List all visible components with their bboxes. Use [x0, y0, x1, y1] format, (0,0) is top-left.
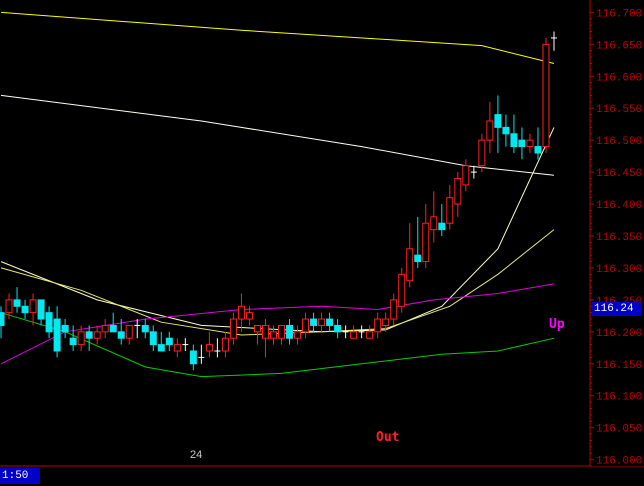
candle-body — [157, 344, 165, 352]
candle-body — [149, 331, 157, 346]
candle-body — [406, 248, 414, 282]
signal-up-label: Up — [549, 317, 565, 332]
candle-body — [245, 312, 253, 320]
candle-body — [29, 299, 37, 314]
candle-body — [141, 324, 149, 333]
candle-body — [534, 146, 542, 154]
moving-average-line — [0, 229, 555, 336]
price-tick-label: 116.350 — [596, 232, 642, 244]
candle-body — [422, 222, 430, 263]
candle-body — [462, 165, 470, 186]
candle-body — [0, 312, 5, 326]
candle-body — [542, 43, 550, 148]
price-chart[interactable]: 116.000116.050116.100116.150116.200116.2… — [0, 0, 644, 485]
candle-body — [101, 324, 109, 333]
candle-body — [310, 318, 318, 326]
candle-body — [494, 114, 502, 128]
candle-body — [93, 331, 101, 339]
candle-body — [117, 331, 125, 339]
price-tick-label: 116.300 — [596, 264, 642, 276]
trading-chart-window[interactable]: 116.000116.050116.100116.150116.200116.2… — [0, 0, 644, 486]
candle-body — [237, 305, 245, 320]
candle-body — [526, 139, 534, 148]
candle-body — [382, 318, 390, 326]
price-tick-label: 116.200 — [596, 328, 642, 340]
price-tick-label: 116.450 — [596, 168, 642, 180]
candle-body — [173, 344, 181, 352]
candle-body — [350, 331, 358, 339]
candle-body — [478, 139, 486, 167]
candle-body — [221, 337, 229, 352]
price-tick-label: 116.700 — [596, 8, 642, 20]
candle-body — [253, 324, 261, 333]
candle-body — [326, 318, 334, 326]
candle-body — [125, 324, 133, 339]
candle-body — [77, 331, 85, 346]
candle-body — [390, 299, 398, 320]
signal-out-label: Out — [376, 430, 400, 445]
price-tick-label: 116.050 — [596, 424, 642, 436]
candle-body — [286, 324, 294, 339]
time-readout: 1:50 — [0, 468, 40, 484]
candle-body — [318, 318, 326, 326]
candle-body — [294, 331, 302, 339]
price-tick-label: 116.100 — [596, 392, 642, 404]
candle-body — [13, 299, 21, 307]
candle-body — [302, 318, 310, 333]
candle-body — [278, 324, 286, 339]
candle-body — [518, 139, 526, 148]
moving-average-line — [0, 283, 555, 365]
candle-body — [261, 324, 269, 339]
moving-average-line — [0, 94, 555, 176]
candle-body — [502, 126, 510, 135]
price-tick-label: 116.400 — [596, 200, 642, 212]
moving-average-line — [0, 11, 555, 64]
price-tick-label: 116.650 — [596, 40, 642, 52]
candle-body — [510, 133, 518, 148]
candle-body — [69, 337, 77, 346]
candle-body — [398, 273, 406, 307]
status-bar: 1:50 — [0, 466, 644, 486]
candle-body — [85, 331, 93, 339]
candle-body — [53, 318, 61, 352]
candle-body — [454, 178, 462, 205]
candle-body — [229, 318, 237, 339]
candle-body — [334, 324, 342, 333]
current-price-badge: 116.24 — [592, 302, 642, 316]
candle-body — [5, 299, 13, 314]
candle-body — [446, 197, 454, 224]
candle-body — [269, 331, 277, 339]
candle-body — [61, 324, 69, 333]
moving-average-line — [0, 127, 555, 333]
price-tick-label: 116.500 — [596, 136, 642, 148]
candle-body — [374, 318, 382, 333]
price-tick-label: 116.550 — [596, 104, 642, 116]
price-tick-label: 116.600 — [596, 72, 642, 84]
candle-body — [366, 331, 374, 339]
candle-body — [486, 120, 494, 141]
candle-body — [109, 324, 117, 333]
price-tick-label: 116.150 — [596, 360, 642, 372]
candle-body — [414, 254, 422, 263]
candle-body — [37, 299, 45, 320]
candle-body — [45, 312, 53, 333]
candle-body — [189, 350, 197, 365]
date-marker-label: 24 — [190, 449, 203, 461]
candle-body — [438, 222, 446, 231]
candle-body — [205, 344, 213, 352]
candle-body — [165, 337, 173, 346]
candle-body — [430, 216, 438, 231]
candle-body — [21, 305, 29, 314]
